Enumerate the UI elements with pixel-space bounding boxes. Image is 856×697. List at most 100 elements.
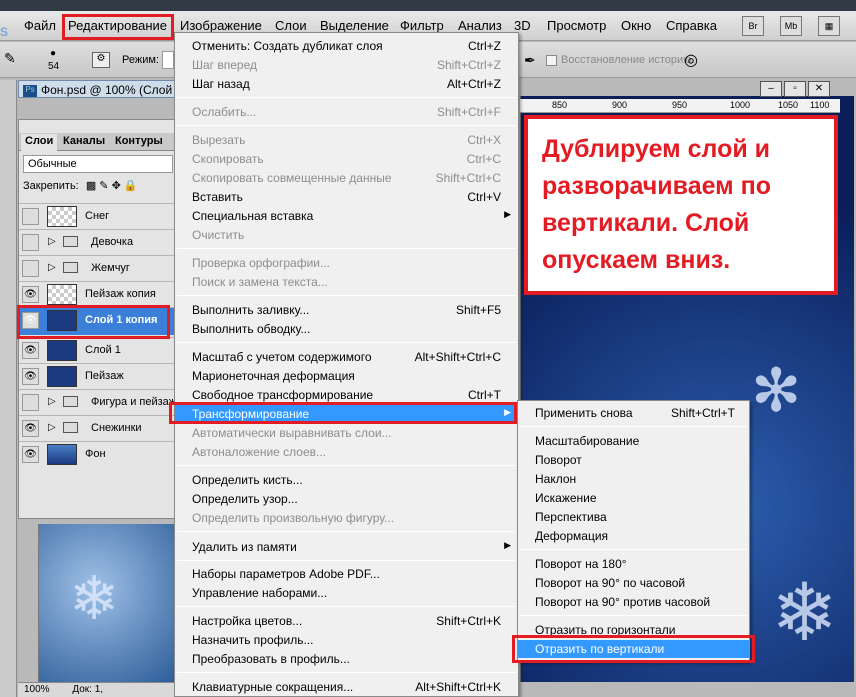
submenu-item-rotate-90-ccw[interactable]: Поворот на 90° против часовой — [518, 593, 749, 611]
menu-item-purge[interactable]: Удалить из памяти ▶ — [175, 538, 518, 556]
layer-row[interactable]: 👁 Пейзаж — [19, 363, 176, 388]
transform-annotation-frame — [169, 402, 517, 424]
submenu-item-warp[interactable]: Деформация — [518, 527, 749, 545]
eye-icon[interactable]: 👁 — [22, 368, 39, 385]
menu-item-pdf-presets[interactable]: Наборы параметров Adobe PDF... — [175, 565, 518, 583]
screen-mode-button[interactable]: ▦ — [818, 16, 840, 36]
visibility-toggle[interactable] — [22, 208, 39, 225]
menu-item-step-backward[interactable]: Шаг назад Alt+Ctrl+Z — [175, 75, 518, 93]
menu-help[interactable]: Справка — [666, 18, 717, 33]
menu-3d[interactable]: 3D — [514, 18, 531, 33]
eye-icon[interactable]: 👁 — [22, 420, 39, 437]
menu-file[interactable]: Файл — [24, 18, 56, 33]
tab-channels[interactable]: Каналы — [59, 134, 109, 151]
eye-icon[interactable]: 👁 — [22, 286, 39, 303]
submenu-item-rotate-90-cw[interactable]: Поворот на 90° по часовой — [518, 574, 749, 592]
menu-item-step-forward[interactable]: Шаг вперед Shift+Ctrl+Z — [175, 56, 518, 74]
eye-icon[interactable]: 👁 — [22, 342, 39, 359]
tablet-pressure-icon[interactable]: ◎ — [684, 50, 698, 70]
submenu-item-rotate-180[interactable]: Поворот на 180° — [518, 555, 749, 573]
menu-item-preset-manager[interactable]: Управление наборами... — [175, 584, 518, 602]
menu-item-puppet-warp[interactable]: Марионеточная деформация — [175, 367, 518, 385]
menu-item-assign-profile[interactable]: Назначить профиль... — [175, 631, 518, 649]
document-tab[interactable]: Ps Фон.psd @ 100% (Слой — [18, 80, 178, 98]
restore-button[interactable]: ▫ — [784, 81, 806, 97]
horizontal-ruler: 850 900 950 1000 1050 1100 — [520, 99, 840, 113]
submenu-item-perspective[interactable]: Перспектива — [518, 508, 749, 526]
menu-item-paste-special[interactable]: Специальная вставка ▶ — [175, 207, 518, 225]
expand-arrow-icon[interactable]: ▷ — [48, 422, 56, 433]
menu-item-find-replace[interactable]: Поиск и замена текста... — [175, 273, 518, 291]
brush-pressure-icon[interactable]: ✒ — [524, 52, 536, 69]
visibility-toggle[interactable] — [22, 234, 39, 251]
tab-paths[interactable]: Контуры — [111, 134, 167, 151]
menu-item-undo[interactable]: Отменить: Создать дубликат слоя Ctrl+Z — [175, 37, 518, 55]
zoom-level[interactable]: 100% — [24, 684, 50, 695]
eye-icon[interactable]: 👁 — [22, 446, 39, 463]
lock-position-icon[interactable]: ✥ — [112, 180, 121, 192]
menu-item-spell-check[interactable]: Проверка орфографии... — [175, 254, 518, 272]
layer-row[interactable]: 👁 Слой 1 — [19, 337, 176, 362]
menu-item-keyboard-shortcuts[interactable]: Клавиатурные сокращения... Alt+Shift+Ctrl… — [175, 678, 518, 696]
lock-transparency-icon[interactable]: ▩ — [86, 180, 96, 192]
menu-item-define-custom-shape[interactable]: Определить произвольную фигуру... — [175, 509, 518, 527]
layer-row[interactable]: 👁 Фон — [19, 441, 176, 466]
expand-arrow-icon[interactable]: ▷ — [48, 396, 56, 407]
menu-item-content-aware-scale[interactable]: Масштаб с учетом содержимого Alt+Shift+Ct… — [175, 348, 518, 366]
minimize-button[interactable]: – — [760, 81, 782, 97]
menu-item-color-settings[interactable]: Настройка цветов... Shift+Ctrl+K — [175, 612, 518, 630]
menu-view[interactable]: Просмотр — [547, 18, 606, 33]
expand-arrow-icon[interactable]: ▷ — [48, 236, 56, 247]
tab-layers[interactable]: Слои — [21, 134, 58, 151]
menu-filter[interactable]: Фильтр — [400, 18, 444, 33]
submenu-item-skew[interactable]: Наклон — [518, 470, 749, 488]
menu-select[interactable]: Выделение — [320, 18, 389, 33]
menu-item-stroke[interactable]: Выполнить обводку... — [175, 320, 518, 338]
menu-item-paste[interactable]: Вставить Ctrl+V — [175, 188, 518, 206]
lock-pixels-icon[interactable]: ✎ — [99, 180, 108, 192]
menu-item-define-brush[interactable]: Определить кисть... — [175, 471, 518, 489]
transform-submenu: Применить снова Shift+Ctrl+T Масштабирова… — [517, 400, 750, 662]
mode-select[interactable] — [162, 51, 174, 69]
menu-item-auto-align-layers[interactable]: Автоматически выравнивать слои... — [175, 424, 518, 442]
menu-item-fill[interactable]: Выполнить заливку... Shift+F5 — [175, 301, 518, 319]
layer-group-row[interactable]: ▷ Жемчуг — [19, 255, 176, 280]
brush-preset-icon[interactable]: ● — [50, 48, 56, 59]
bridge-button[interactable]: Br — [742, 16, 764, 36]
layer-group-row[interactable]: 👁 ▷ Снежинки — [19, 415, 176, 440]
menu-layers[interactable]: Слои — [275, 18, 307, 33]
canvas-left[interactable]: ❄ — [38, 524, 178, 682]
menu-analysis[interactable]: Анализ — [458, 18, 502, 33]
menu-item-fade[interactable]: Ослабить... Shift+Ctrl+F — [175, 103, 518, 121]
layer-row[interactable]: 👁 Пейзаж копия — [19, 281, 176, 306]
menu-item-copy-merged[interactable]: Скопировать совмещенные данные Shift+Ctrl… — [175, 169, 518, 187]
mini-bridge-button[interactable]: Mb — [780, 16, 802, 36]
menu-window[interactable]: Окно — [621, 18, 651, 33]
blend-mode-select[interactable]: Обычные — [23, 155, 173, 173]
menu-item-convert-profile[interactable]: Преобразовать в профиль... — [175, 650, 518, 668]
restore-history-checkbox[interactable] — [546, 55, 557, 66]
layer-group-row[interactable]: ▷ Фигура и пейзаж — [19, 389, 176, 414]
visibility-toggle[interactable] — [22, 394, 39, 411]
layer-row[interactable]: Снег — [19, 203, 176, 228]
lock-all-icon[interactable]: 🔒 — [124, 180, 138, 192]
menu-image[interactable]: Изображение — [180, 18, 262, 33]
submenu-item-distort[interactable]: Искажение — [518, 489, 749, 507]
menu-item-cut[interactable]: Вырезать Ctrl+X — [175, 131, 518, 149]
expand-arrow-icon[interactable]: ▷ — [48, 262, 56, 273]
brush-tool-icon[interactable]: ✎ — [4, 50, 16, 67]
menu-item-copy[interactable]: Скопировать Ctrl+C — [175, 150, 518, 168]
brush-panel-icon[interactable]: ⚙ — [92, 52, 110, 68]
submenu-item-rotate[interactable]: Поворот — [518, 451, 749, 469]
layer-group-row[interactable]: ▷ Девочка — [19, 229, 176, 254]
ruler-mark: 1050 — [778, 100, 799, 110]
visibility-toggle[interactable] — [22, 260, 39, 277]
layer-name: Фигура и пейзаж — [91, 396, 177, 408]
folder-icon — [63, 262, 78, 273]
menu-item-clear[interactable]: Очистить — [175, 226, 518, 244]
menu-item-define-pattern[interactable]: Определить узор... — [175, 490, 518, 508]
submenu-item-scale[interactable]: Масштабирование — [518, 432, 749, 450]
submenu-item-again[interactable]: Применить снова Shift+Ctrl+T — [518, 404, 749, 422]
menu-item-auto-blend-layers[interactable]: Автоналожение слоев... — [175, 443, 518, 461]
close-button[interactable]: ✕ — [808, 81, 830, 97]
